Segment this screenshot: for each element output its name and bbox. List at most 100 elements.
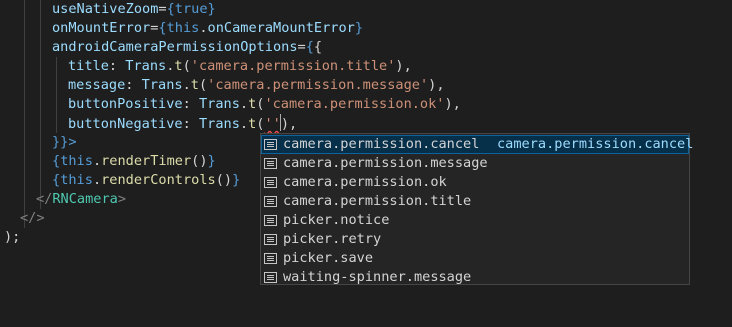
- empty-string-literal[interactable]: '': [264, 116, 280, 132]
- object-key: buttonPositive: [68, 96, 183, 112]
- function-name: renderTimer: [101, 153, 192, 169]
- suggest-item[interactable]: camera.permission.ok: [261, 173, 689, 192]
- brace: }: [207, 153, 216, 169]
- code-line[interactable]: useNativeZoom={true}: [52, 0, 216, 19]
- suggest-item[interactable]: picker.save: [261, 249, 689, 268]
- object-key: title: [68, 58, 109, 74]
- function-name: renderControls: [101, 172, 216, 188]
- suggest-item[interactable]: camera.permission.cancel camera.permissi…: [261, 135, 693, 154]
- text-symbol-icon: [264, 177, 277, 188]
- colon: :: [125, 77, 142, 93]
- keyword: this: [166, 20, 200, 36]
- indent-guide: [24, 0, 25, 228]
- suggest-item[interactable]: picker.retry: [261, 230, 689, 249]
- colon: :: [182, 116, 199, 132]
- text-symbol-icon: [264, 272, 277, 283]
- brace: {: [166, 1, 175, 17]
- string-literal: 'camera.permission.title': [190, 58, 396, 74]
- code-line[interactable]: </>: [20, 209, 45, 228]
- code-line[interactable]: {this.renderControls()}: [52, 171, 240, 190]
- keyword: this: [60, 153, 93, 169]
- object-key: buttonNegative: [68, 116, 183, 132]
- text-symbol-icon: [264, 215, 277, 226]
- colon: :: [182, 96, 199, 112]
- suggest-item-label: camera.permission.title: [283, 193, 472, 209]
- dot: .: [239, 116, 249, 132]
- autocomplete-suggest-widget[interactable]: camera.permission.cancel camera.permissi…: [260, 133, 693, 287]
- brace: {: [158, 20, 167, 36]
- brace: {: [305, 39, 314, 55]
- keyword: this: [60, 172, 93, 188]
- operator: =: [158, 1, 167, 17]
- paren: (): [191, 153, 208, 169]
- paren: ),: [444, 96, 461, 112]
- operator: =: [297, 39, 306, 55]
- suggest-item-label: waiting-spinner.message: [283, 269, 472, 285]
- fragment-close-bracket: </: [20, 210, 37, 226]
- identifier: Trans: [198, 116, 240, 132]
- paren: ),: [280, 116, 298, 132]
- brace: }: [232, 172, 241, 188]
- code-line[interactable]: }}>: [52, 133, 77, 152]
- member-name: onCameraMountError: [207, 20, 355, 36]
- closing-braces: }}>: [52, 134, 77, 150]
- suggest-item-label: picker.notice: [283, 212, 390, 228]
- code-line[interactable]: {this.renderTimer()}: [52, 152, 216, 171]
- text-symbol-icon: [264, 139, 277, 150]
- statement-end: );: [4, 229, 21, 245]
- suggest-item-label: camera.permission.message: [283, 155, 488, 171]
- code-line[interactable]: androidCameraPermissionOptions={{: [52, 38, 322, 57]
- dot: .: [182, 77, 191, 93]
- string-literal: 'camera.permission.ok': [264, 96, 445, 112]
- suggest-item[interactable]: camera.permission.title: [261, 192, 689, 211]
- code-line[interactable]: title: Trans.t('camera.permission.title'…: [68, 57, 412, 76]
- dot: .: [239, 96, 249, 112]
- tag-bracket: >: [117, 191, 127, 207]
- suggest-item-label: picker.retry: [283, 231, 382, 247]
- colon: :: [108, 58, 126, 74]
- code-line[interactable]: buttonPositive: Trans.t('camera.permissi…: [68, 95, 461, 114]
- code-line[interactable]: </RNCamera>: [36, 190, 126, 209]
- tag-bracket: </: [36, 191, 53, 207]
- identifier: Trans: [141, 77, 183, 93]
- identifier: Trans: [125, 58, 167, 74]
- code-line[interactable]: onMountError={this.onCameraMountError}: [52, 19, 363, 38]
- brace: {: [313, 39, 323, 55]
- dot: .: [92, 153, 102, 169]
- paren: (): [215, 172, 233, 188]
- code-line[interactable]: );: [4, 228, 20, 247]
- object-key: message: [68, 77, 126, 93]
- code-line[interactable]: message: Trans.t('camera.permission.mess…: [68, 76, 445, 95]
- jsx-attribute: useNativeZoom: [52, 1, 159, 17]
- text-symbol-icon: [264, 158, 277, 169]
- function-name: t: [174, 58, 183, 74]
- brace: }: [207, 1, 216, 17]
- keyword: true: [174, 1, 208, 17]
- indent-guide: [40, 0, 41, 209]
- paren: (: [182, 58, 191, 74]
- suggest-item-detail: camera.permission.cancel: [497, 136, 694, 152]
- string-literal: 'camera.permission.message': [207, 77, 429, 93]
- dot: .: [92, 172, 102, 188]
- paren: ),: [395, 58, 412, 74]
- fragment-close-bracket: >: [36, 210, 45, 226]
- suggest-item-label: camera.permission.cancel: [283, 136, 480, 152]
- brace: {: [52, 172, 61, 188]
- text-symbol-icon: [264, 234, 277, 245]
- jsx-attribute: onMountError: [52, 20, 151, 36]
- suggest-item[interactable]: picker.notice: [261, 211, 689, 230]
- indent-guide: [56, 57, 57, 133]
- jsx-attribute: androidCameraPermissionOptions: [52, 39, 298, 55]
- code-line-active[interactable]: buttonNegative: Trans.t(''),: [68, 114, 297, 133]
- brace: }: [354, 20, 364, 36]
- suggest-item-label: camera.permission.ok: [283, 174, 447, 190]
- component-tag: RNCamera: [52, 191, 118, 207]
- text-symbol-icon: [264, 196, 277, 207]
- brace: {: [52, 153, 61, 169]
- text-symbol-icon: [264, 253, 277, 264]
- function-name: t: [190, 77, 199, 93]
- suggest-item[interactable]: waiting-spinner.message: [261, 268, 689, 287]
- dot: .: [199, 20, 208, 36]
- paren: ),: [428, 77, 445, 93]
- suggest-item[interactable]: camera.permission.message: [261, 154, 689, 173]
